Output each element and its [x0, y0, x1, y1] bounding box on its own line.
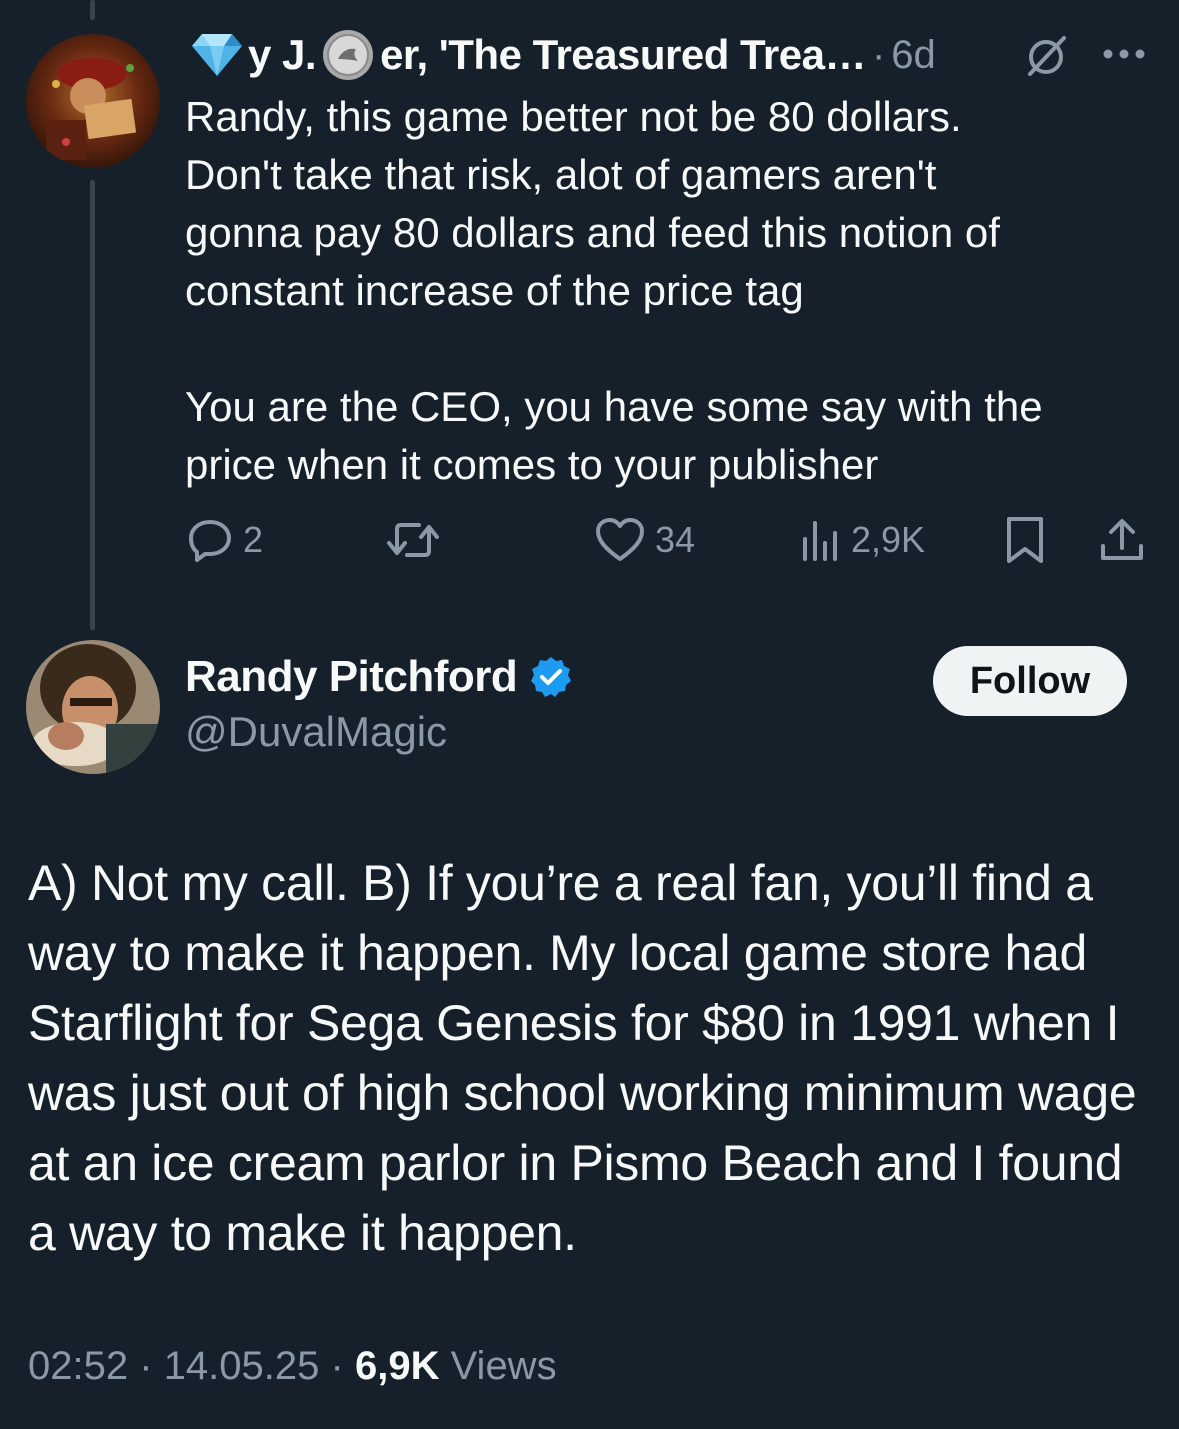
tweet-time[interactable]: 02:52: [28, 1344, 128, 1388]
grok-icon[interactable]: [1022, 32, 1070, 80]
reply-count: 2: [243, 519, 264, 560]
parent-name-suffix[interactable]: er, 'The Treasured Trea…: [380, 31, 866, 79]
author-name-row[interactable]: Randy Pitchford: [185, 652, 573, 702]
parent-avatar[interactable]: [26, 34, 160, 168]
reply-button[interactable]: 2: [187, 512, 263, 568]
main-tweet-text: A) Not my call. B) If you’re a real fan,…: [28, 855, 1137, 1261]
tweet-date[interactable]: 14.05.25: [164, 1344, 320, 1388]
coin-icon: [322, 29, 374, 81]
diamond-icon: [192, 34, 242, 76]
views-label: Views: [450, 1344, 557, 1388]
views-count: 2,9K: [851, 519, 926, 560]
parent-time[interactable]: 6d: [891, 33, 936, 78]
reply-icon: [189, 520, 231, 562]
tweet-thread-view: y J. er, 'The Treasured Trea… · 6d Randy…: [0, 0, 1179, 1429]
author-name[interactable]: Randy Pitchford: [185, 652, 518, 702]
parent-name-prefix[interactable]: y J.: [248, 31, 317, 79]
tweet-meta: 02:52 · 14.05.25 · 6,9K Views: [28, 1344, 557, 1389]
like-count: 34: [655, 519, 696, 560]
thread-line-top: [90, 0, 95, 20]
parent-tweet-header: y J. er, 'The Treasured Trea… · 6d: [190, 28, 936, 82]
meta-separator: ·: [139, 1344, 153, 1388]
retweet-button[interactable]: [385, 512, 451, 568]
parent-action-bar: 2 34 2,9K: [185, 512, 1145, 568]
bookmark-icon: [1007, 517, 1043, 563]
like-button[interactable]: 34: [595, 512, 695, 568]
parent-tweet-text: Randy, this game better not be 80 dollar…: [185, 93, 1043, 488]
follow-button[interactable]: Follow: [933, 646, 1127, 716]
share-button[interactable]: [1099, 512, 1145, 568]
views-button[interactable]: 2,9K: [801, 512, 925, 568]
more-icon[interactable]: [1100, 46, 1148, 62]
like-icon: [596, 518, 644, 561]
retweet-icon: [387, 523, 439, 557]
share-icon: [1101, 519, 1143, 560]
views-icon: [803, 521, 837, 561]
verified-badge-icon: [531, 657, 572, 697]
time-separator: ·: [871, 32, 886, 77]
thread-line: [90, 180, 95, 630]
views-total: 6,9K: [354, 1344, 440, 1388]
author-handle[interactable]: @DuvalMagic: [185, 708, 447, 756]
bookmark-button[interactable]: [1005, 512, 1045, 568]
main-avatar[interactable]: [26, 640, 160, 774]
meta-separator: ·: [330, 1344, 344, 1388]
